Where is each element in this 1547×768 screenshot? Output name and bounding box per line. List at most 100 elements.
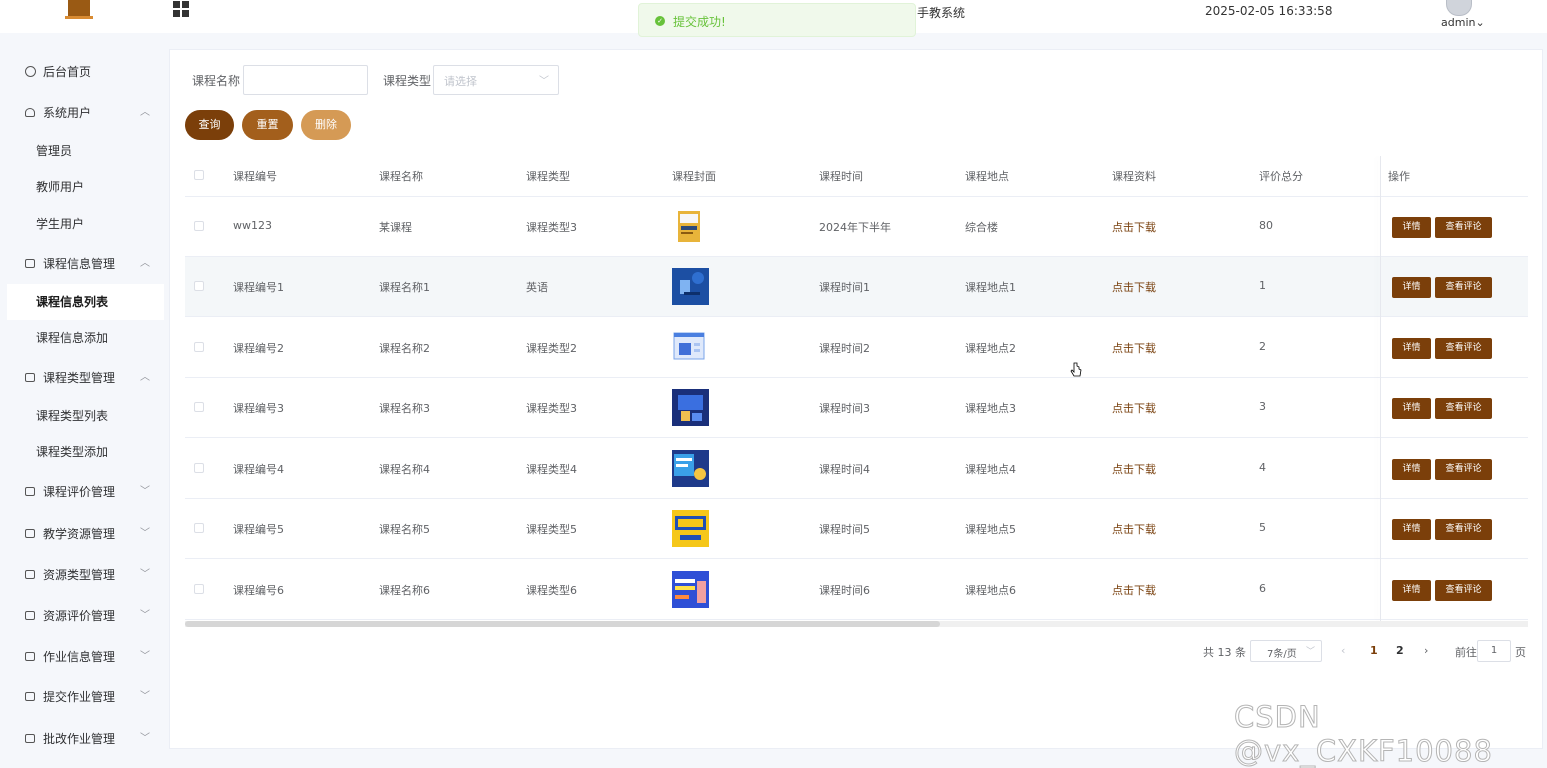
course-name-input[interactable] <box>243 65 368 95</box>
card-icon <box>25 692 35 701</box>
cell-place: 课程地点5 <box>965 523 1016 536</box>
sidebar-subitem-type-list[interactable]: 课程类型列表 <box>0 398 164 434</box>
table-row: 课程编号6 课程名称6 课程类型6 课程时间6 课程地点6 点击下载 6 详情 … <box>185 560 1528 620</box>
detail-button[interactable]: 详情 <box>1392 398 1431 419</box>
sidebar-item-course-review[interactable]: 课程评价管理 ﹀ <box>0 474 164 510</box>
detail-button[interactable]: 详情 <box>1392 580 1431 601</box>
select-all-checkbox[interactable] <box>194 170 204 180</box>
detail-button[interactable]: 详情 <box>1392 338 1431 359</box>
view-comments-button[interactable]: 查看评论 <box>1435 398 1492 419</box>
view-comments-button[interactable]: 查看评论 <box>1435 459 1492 480</box>
column-header: 课程类型 <box>526 170 570 183</box>
page-size-select[interactable]: 7条/页 ﹀ <box>1250 640 1322 662</box>
column-header: 课程时间 <box>819 170 863 183</box>
sidebar-item-homework-info[interactable]: 作业信息管理 ﹀ <box>0 639 164 675</box>
sidebar-subitem-course-add[interactable]: 课程信息添加 <box>0 320 164 356</box>
cell-score: 3 <box>1259 400 1266 413</box>
detail-button[interactable]: 详情 <box>1392 217 1431 238</box>
view-comments-button[interactable]: 查看评论 <box>1435 580 1492 601</box>
sidebar-item-label: 提交作业管理 <box>43 690 116 704</box>
sidebar-item-course-info[interactable]: 课程信息管理 ︿ <box>0 246 164 282</box>
sidebar-item-homework-submit[interactable]: 提交作业管理 ﹀ <box>0 679 164 715</box>
download-link[interactable]: 点击下载 <box>1112 219 1156 235</box>
user-menu[interactable]: admin⌄ <box>1441 16 1485 29</box>
sidebar-item-label: 后台首页 <box>43 65 92 79</box>
cell-name: 课程名称2 <box>379 342 430 355</box>
cell-score: 1 <box>1259 279 1266 292</box>
sidebar-subitem-type-add[interactable]: 课程类型添加 <box>0 434 164 470</box>
cell-place: 课程地点6 <box>965 584 1016 597</box>
sidebar-subitem-course-list[interactable]: 课程信息列表 <box>7 284 164 320</box>
view-comments-button[interactable]: 查看评论 <box>1435 338 1492 359</box>
sidebar-subitem-teachers[interactable]: 教师用户 <box>0 169 164 205</box>
column-header: 课程地点 <box>965 170 1009 183</box>
sidebar-subitem-students[interactable]: 学生用户 <box>0 206 164 242</box>
course-cover-image[interactable] <box>672 571 709 608</box>
download-link[interactable]: 点击下载 <box>1112 400 1156 416</box>
column-header: 操作 <box>1388 170 1410 183</box>
detail-button[interactable]: 详情 <box>1392 519 1431 540</box>
chevron-down-icon: ﹀ <box>140 486 150 497</box>
avatar[interactable] <box>1446 0 1472 16</box>
reset-button[interactable]: 重置 <box>242 110 293 140</box>
sidebar-item-system-users[interactable]: 系统用户 ︿ <box>0 95 164 131</box>
card-icon <box>25 259 35 268</box>
course-cover-image[interactable] <box>672 208 709 245</box>
course-cover-image[interactable] <box>672 450 709 487</box>
download-link[interactable]: 点击下载 <box>1112 521 1156 537</box>
cell-place: 课程地点3 <box>965 402 1016 415</box>
download-link[interactable]: 点击下载 <box>1112 340 1156 356</box>
view-comments-button[interactable]: 查看评论 <box>1435 277 1492 298</box>
goto-page-input[interactable]: 1 <box>1477 640 1511 662</box>
query-button[interactable]: 查询 <box>185 110 234 140</box>
cell-time: 2024年下半年 <box>819 221 891 234</box>
chevron-down-icon: ﹀ <box>539 76 549 87</box>
current-datetime: 2025-02-05 16:33:58 <box>1205 4 1333 18</box>
row-checkbox[interactable] <box>194 342 204 352</box>
delete-button[interactable]: 删除 <box>301 110 351 140</box>
cell-name: 课程名称4 <box>379 463 430 476</box>
system-title: 手教系统 <box>917 6 966 20</box>
row-checkbox[interactable] <box>194 463 204 473</box>
row-checkbox[interactable] <box>194 402 204 412</box>
user-icon <box>25 108 35 117</box>
download-link[interactable]: 点击下载 <box>1112 279 1156 295</box>
sidebar-item-dashboard[interactable]: 后台首页 <box>0 54 164 90</box>
page-2-button[interactable]: 2 <box>1396 644 1404 657</box>
detail-button[interactable]: 详情 <box>1392 277 1431 298</box>
sidebar-subitem-label: 课程信息列表 <box>36 295 109 309</box>
row-checkbox[interactable] <box>194 523 204 533</box>
download-link[interactable]: 点击下载 <box>1112 461 1156 477</box>
course-cover-image[interactable] <box>672 268 709 305</box>
page-1-button[interactable]: 1 <box>1370 644 1378 657</box>
sidebar-item-resource-review[interactable]: 资源评价管理 ﹀ <box>0 598 164 634</box>
prev-page-button[interactable]: ‹ <box>1341 644 1345 657</box>
course-cover-image[interactable] <box>672 510 709 547</box>
course-cover-image[interactable] <box>672 389 709 426</box>
scrollbar-thumb[interactable] <box>185 621 940 627</box>
cell-code: 课程编号4 <box>233 463 284 476</box>
row-checkbox[interactable] <box>194 584 204 594</box>
detail-button[interactable]: 详情 <box>1392 459 1431 480</box>
course-type-select[interactable]: 请选择 ﹀ <box>433 65 559 95</box>
menu-grid-icon[interactable] <box>173 1 189 17</box>
next-page-button[interactable]: › <box>1424 644 1428 657</box>
cell-type: 课程类型6 <box>526 584 577 597</box>
course-cover-image[interactable] <box>672 329 709 366</box>
chevron-up-icon: ︿ <box>140 372 150 383</box>
course-type-label: 课程类型 <box>383 74 432 88</box>
cell-time: 课程时间4 <box>819 463 870 476</box>
sidebar-item-course-type[interactable]: 课程类型管理 ︿ <box>0 360 164 396</box>
row-checkbox[interactable] <box>194 221 204 231</box>
download-link[interactable]: 点击下载 <box>1112 582 1156 598</box>
sidebar-item-resource-type[interactable]: 资源类型管理 ﹀ <box>0 557 164 593</box>
row-checkbox[interactable] <box>194 281 204 291</box>
cell-score: 2 <box>1259 340 1266 353</box>
table-row: 课程编号3 课程名称3 课程类型3 课程时间3 课程地点3 点击下载 3 详情 … <box>185 378 1528 438</box>
view-comments-button[interactable]: 查看评论 <box>1435 519 1492 540</box>
sidebar-subitem-admins[interactable]: 管理员 <box>0 133 164 169</box>
sidebar-item-homework-grade[interactable]: 批改作业管理 ﹀ <box>0 721 164 757</box>
table-row: 课程编号1 课程名称1 英语 课程时间1 课程地点1 点击下载 1 详情 查看评… <box>185 257 1528 317</box>
view-comments-button[interactable]: 查看评论 <box>1435 217 1492 238</box>
sidebar-item-teaching-resources[interactable]: 教学资源管理 ﹀ <box>0 516 164 552</box>
